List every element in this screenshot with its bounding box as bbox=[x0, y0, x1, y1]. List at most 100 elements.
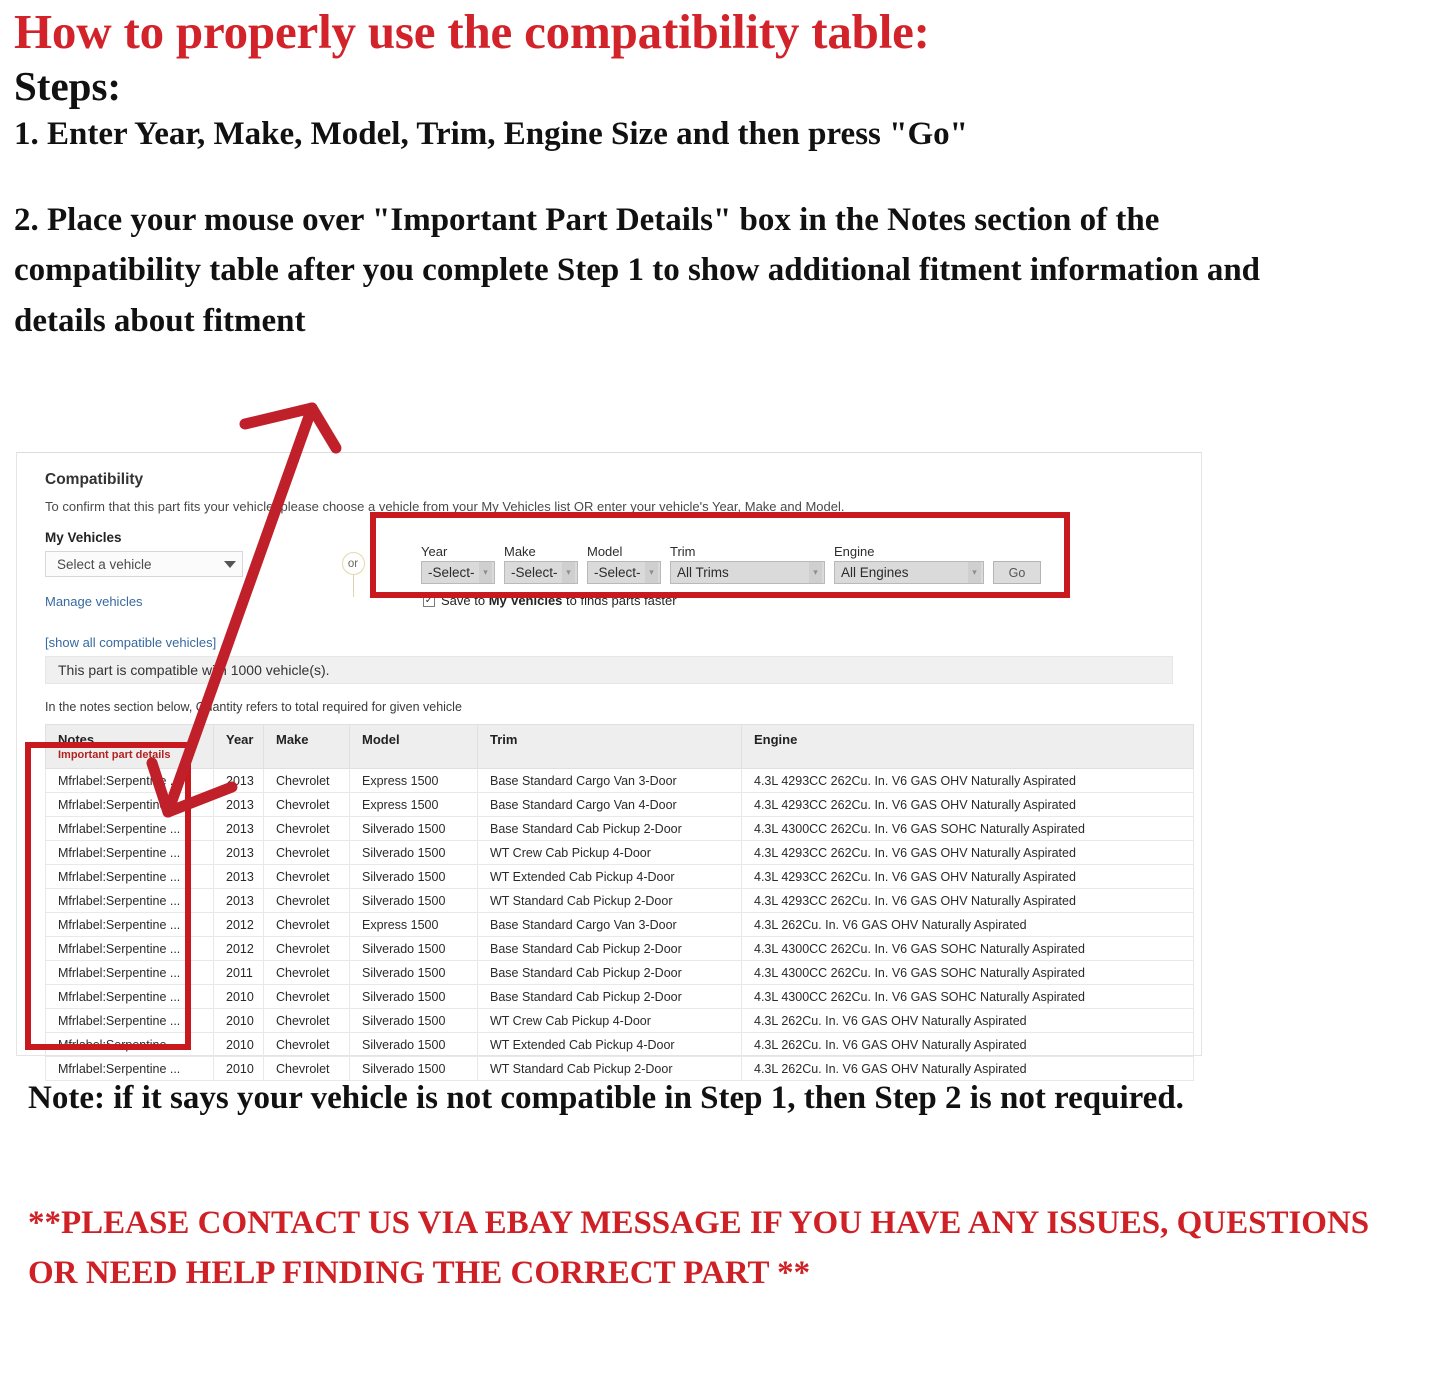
cell-model: Express 1500 bbox=[349, 792, 478, 817]
table-row[interactable]: Mfrlabel:Serpentine ... 2011 Chevrolet Silv… bbox=[45, 960, 1194, 985]
cell-trim: Base Standard Cab Pickup 2-Door bbox=[477, 960, 742, 985]
cell-engine: 4.3L 4300CC 262Cu. In. V6 GAS SOHC Natur… bbox=[741, 984, 1194, 1009]
cell-year: 2012 bbox=[213, 912, 264, 937]
table-header-row: Notes Important part details Year Make M… bbox=[45, 724, 1194, 769]
cell-trim: WT Standard Cab Pickup 2-Door bbox=[477, 888, 742, 913]
cell-model: Silverado 1500 bbox=[349, 984, 478, 1009]
or-badge: or bbox=[341, 552, 365, 575]
cell-year: 2013 bbox=[213, 816, 264, 841]
cell-trim: WT Extended Cab Pickup 4-Door bbox=[477, 864, 742, 889]
cell-model: Silverado 1500 bbox=[349, 960, 478, 985]
arrow-head-top-right bbox=[306, 402, 342, 454]
cell-year: 2013 bbox=[213, 888, 264, 913]
cell-trim: Base Standard Cab Pickup 2-Door bbox=[477, 936, 742, 961]
column-header-engine: Engine bbox=[741, 724, 1194, 769]
cell-model: Silverado 1500 bbox=[349, 840, 478, 865]
cell-engine: 4.3L 262Cu. In. V6 GAS OHV Naturally Asp… bbox=[741, 1032, 1194, 1057]
cell-year: 2013 bbox=[213, 792, 264, 817]
table-row[interactable]: Mfrlabel:Serpentine ... 2013 Chevrolet Silv… bbox=[45, 840, 1194, 865]
cell-trim: Base Standard Cargo Van 3-Door bbox=[477, 912, 742, 937]
quantity-note: In the notes section below, Quantity ref… bbox=[45, 700, 462, 714]
cell-make: Chevrolet bbox=[263, 888, 350, 913]
footer-contact: **PLEASE CONTACT US VIA EBAY MESSAGE IF … bbox=[28, 1205, 1370, 1292]
cell-year: 2010 bbox=[213, 1008, 264, 1033]
table-row[interactable]: Mfrlabel:Serpentine ... 2013 Chevrolet Silv… bbox=[45, 888, 1194, 913]
cell-trim: Base Standard Cargo Van 4-Door bbox=[477, 792, 742, 817]
cell-year: 2013 bbox=[213, 864, 264, 889]
column-header-trim: Trim bbox=[477, 724, 742, 769]
page-title: How to properly use the compatibility ta… bbox=[14, 4, 930, 59]
cell-make: Chevrolet bbox=[263, 816, 350, 841]
cell-trim: WT Crew Cab Pickup 4-Door bbox=[477, 840, 742, 865]
step-1-text: 1. Enter Year, Make, Model, Trim, Engine… bbox=[14, 115, 968, 152]
cell-engine: 4.3L 4293CC 262Cu. In. V6 GAS OHV Natura… bbox=[741, 888, 1194, 913]
column-header-model: Model bbox=[349, 724, 478, 769]
cell-engine: 4.3L 4300CC 262Cu. In. V6 GAS SOHC Natur… bbox=[741, 936, 1194, 961]
cell-make: Chevrolet bbox=[263, 912, 350, 937]
cell-trim: WT Crew Cab Pickup 4-Door bbox=[477, 1008, 742, 1033]
cell-model: Silverado 1500 bbox=[349, 864, 478, 889]
or-divider-line bbox=[352, 575, 354, 597]
compatibility-table: Notes Important part details Year Make M… bbox=[45, 724, 1194, 1081]
cell-model: Silverado 1500 bbox=[349, 816, 478, 841]
column-header-make: Make bbox=[263, 724, 350, 769]
cell-year: 2013 bbox=[213, 840, 264, 865]
my-vehicles-label: My Vehicles bbox=[45, 530, 122, 545]
cell-trim: WT Extended Cab Pickup 4-Door bbox=[477, 1032, 742, 1057]
cell-make: Chevrolet bbox=[263, 936, 350, 961]
cell-engine: 4.3L 262Cu. In. V6 GAS OHV Naturally Asp… bbox=[741, 1008, 1194, 1033]
cell-make: Chevrolet bbox=[263, 840, 350, 865]
step-2-text: 2. Place your mouse over "Important Part… bbox=[14, 201, 1261, 339]
table-row[interactable]: Mfrlabel:Serpentine ... 2012 Chevrolet Silv… bbox=[45, 936, 1194, 961]
cell-make: Chevrolet bbox=[263, 1008, 350, 1033]
table-row[interactable]: Mfrlabel:Serpentine ... 2010 Chevrolet Silv… bbox=[45, 984, 1194, 1009]
table-row[interactable]: Mfrlabel:Serpentine ... 2013 Chevrolet Expr… bbox=[45, 792, 1194, 817]
table-row[interactable]: Mfrlabel:Serpentine ... 2010 Chevrolet Silv… bbox=[45, 1032, 1194, 1057]
table-row[interactable]: Mfrlabel:Serpentine ... 2013 Chevrolet Expr… bbox=[45, 768, 1194, 793]
chevron-down-icon bbox=[224, 560, 236, 568]
cell-year: 2010 bbox=[213, 1032, 264, 1057]
table-row[interactable]: Mfrlabel:Serpentine ... 2012 Chevrolet Expr… bbox=[45, 912, 1194, 937]
my-vehicles-column: My Vehicles Select a vehicle Manage vehi… bbox=[45, 530, 295, 650]
cell-trim: Base Standard Cab Pickup 2-Door bbox=[477, 984, 742, 1009]
cell-year: 2012 bbox=[213, 936, 264, 961]
manage-vehicles-link[interactable]: Manage vehicles bbox=[45, 594, 295, 609]
cell-engine: 4.3L 4300CC 262Cu. In. V6 GAS SOHC Natur… bbox=[741, 960, 1194, 985]
cell-model: Silverado 1500 bbox=[349, 888, 478, 913]
cell-engine: 4.3L 4293CC 262Cu. In. V6 GAS OHV Natura… bbox=[741, 840, 1194, 865]
cell-model: Silverado 1500 bbox=[349, 1032, 478, 1057]
cell-year: 2010 bbox=[213, 984, 264, 1009]
table-row[interactable]: Mfrlabel:Serpentine ... 2013 Chevrolet Silv… bbox=[45, 864, 1194, 889]
cell-model: Silverado 1500 bbox=[349, 1008, 478, 1033]
cell-make: Chevrolet bbox=[263, 864, 350, 889]
cell-model: Express 1500 bbox=[349, 768, 478, 793]
cell-trim: Base Standard Cargo Van 3-Door bbox=[477, 768, 742, 793]
compatible-count-banner: This part is compatible with 1000 vehicl… bbox=[45, 656, 1173, 684]
instructions-block: How to properly use the compatibility ta… bbox=[0, 0, 1445, 346]
footer-note: Note: if it says your vehicle is not com… bbox=[28, 1080, 1184, 1116]
cell-model: Silverado 1500 bbox=[349, 936, 478, 961]
cell-trim: Base Standard Cab Pickup 2-Door bbox=[477, 816, 742, 841]
table-body: Mfrlabel:Serpentine ... 2013 Chevrolet Expr… bbox=[45, 768, 1194, 1081]
cell-engine: 4.3L 262Cu. In. V6 GAS OHV Naturally Asp… bbox=[741, 912, 1194, 937]
table-row[interactable]: Mfrlabel:Serpentine ... 2010 Chevrolet Silv… bbox=[45, 1008, 1194, 1033]
cell-make: Chevrolet bbox=[263, 984, 350, 1009]
compatibility-title: Compatibility bbox=[45, 471, 144, 488]
steps-label: Steps: bbox=[14, 62, 122, 109]
cell-engine: 4.3L 4293CC 262Cu. In. V6 GAS OHV Natura… bbox=[741, 792, 1194, 817]
select-a-vehicle-dropdown[interactable]: Select a vehicle bbox=[45, 551, 243, 577]
cell-engine: 4.3L 4300CC 262Cu. In. V6 GAS SOHC Natur… bbox=[741, 816, 1194, 841]
cell-engine: 4.3L 4293CC 262Cu. In. V6 GAS OHV Natura… bbox=[741, 768, 1194, 793]
cell-make: Chevrolet bbox=[263, 792, 350, 817]
column-header-year: Year bbox=[213, 724, 264, 769]
cell-make: Chevrolet bbox=[263, 1032, 350, 1057]
arrow-head-top-left bbox=[239, 402, 318, 430]
cell-make: Chevrolet bbox=[263, 960, 350, 985]
show-all-compatible-vehicles-link[interactable]: [show all compatible vehicles] bbox=[45, 635, 295, 650]
select-a-vehicle-value: Select a vehicle bbox=[57, 556, 152, 572]
cell-engine: 4.3L 4293CC 262Cu. In. V6 GAS OHV Natura… bbox=[741, 864, 1194, 889]
table-row[interactable]: Mfrlabel:Serpentine ... 2013 Chevrolet Silv… bbox=[45, 816, 1194, 841]
cell-make: Chevrolet bbox=[263, 768, 350, 793]
cell-year: 2011 bbox=[213, 960, 264, 985]
highlight-box-vehicle-fields bbox=[370, 512, 1070, 598]
